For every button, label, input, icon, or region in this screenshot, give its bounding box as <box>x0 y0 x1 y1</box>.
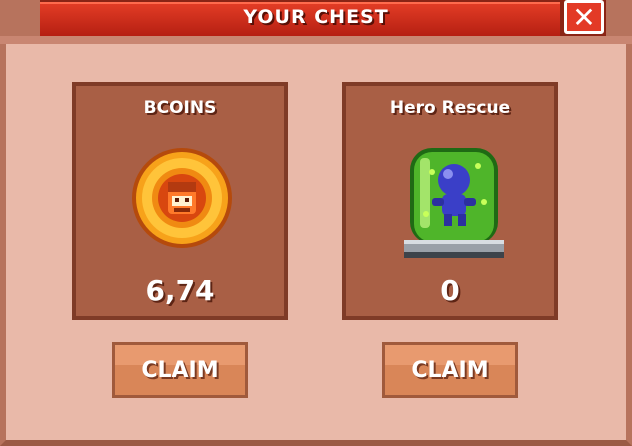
reward-card-bcoins: BCOINS 6,74 <box>72 82 288 320</box>
dialog-title: YOUR CHEST <box>243 6 389 28</box>
reward-amount: 0 <box>440 274 460 307</box>
reward-title: BCOINS <box>143 98 217 118</box>
bcoin-icon <box>132 148 232 248</box>
close-button[interactable]: ✕ <box>564 0 604 34</box>
reward-title: Hero Rescue <box>389 98 511 118</box>
reward-card-hero-rescue: Hero Rescue 0 <box>342 82 558 320</box>
claim-hero-rescue-button[interactable]: CLAIM <box>382 342 518 398</box>
claim-bcoins-button[interactable]: CLAIM <box>112 342 248 398</box>
reward-amount: 6,74 <box>145 274 215 307</box>
title-rail <box>0 36 632 44</box>
close-icon: ✕ <box>572 0 596 34</box>
hero-rescue-jar-icon <box>404 148 504 258</box>
